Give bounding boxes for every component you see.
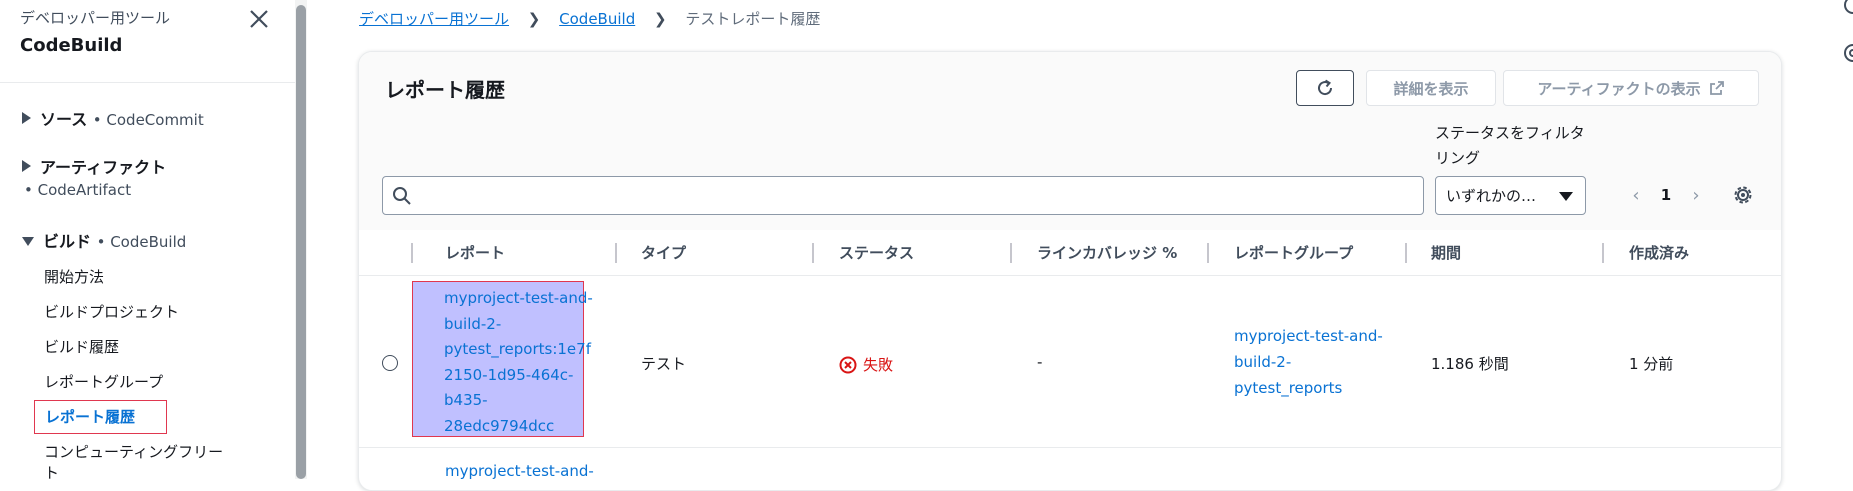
sidebar-item-report-groups[interactable]: レポートグループ [44, 371, 163, 392]
view-details-button[interactable]: 詳細を表示 [1366, 70, 1496, 106]
view-artifacts-button[interactable]: アーティファクトの表示 [1503, 70, 1759, 106]
error-icon [839, 356, 857, 373]
sidebar-section-artifacts[interactable]: アーティファクト [22, 154, 166, 178]
column-header-created[interactable]: 作成済み [1629, 242, 1689, 263]
column-divider[interactable] [1405, 243, 1407, 263]
caret-down-icon [22, 237, 34, 246]
sidebar-section-sub: • CodeBuild [96, 233, 187, 251]
scrollbar-thumb[interactable] [296, 5, 306, 479]
column-divider[interactable] [411, 243, 413, 263]
report-link[interactable]: myproject-test-and- [445, 462, 594, 480]
report-history-panel: レポート履歴 詳細を表示 アーティファクトの表示 ステータスをフィルタリング い… [358, 51, 1782, 491]
close-icon[interactable] [246, 6, 272, 32]
caret-right-icon [22, 112, 31, 124]
pagination: ‹ 1 › [1624, 182, 1708, 208]
side-navigation: デベロッパー用ツール CodeBuild ソース • CodeCommit アー… [0, 0, 295, 482]
sidebar-item-getting-started[interactable]: 開始方法 [44, 266, 104, 287]
service-label: デベロッパー用ツール [20, 9, 171, 27]
sidebar-section-build[interactable]: ビルド • CodeBuild [22, 228, 186, 252]
status-filter-label: ステータスをフィルタリング [1435, 124, 1585, 167]
line-coverage-value: - [1037, 353, 1043, 371]
status-badge: 失敗 [839, 354, 893, 375]
refresh-button[interactable] [1296, 70, 1354, 106]
column-header-line-coverage[interactable]: ラインカバレッジ % [1037, 242, 1177, 263]
refresh-icon [1318, 79, 1333, 96]
breadcrumb-current: テストレポート履歴 [685, 10, 821, 28]
sidebar-item-report-history[interactable]: レポート履歴 [34, 400, 167, 434]
breadcrumb: デベロッパー用ツール ❯ CodeBuild ❯ テストレポート履歴 [359, 8, 820, 29]
next-page-icon[interactable]: › [1684, 185, 1708, 206]
page-number-button[interactable]: 1 [1648, 186, 1684, 204]
sidebar-item-build-projects[interactable]: ビルドプロジェクト [44, 301, 179, 322]
duration-value: 1.186 秒間 [1431, 355, 1509, 373]
column-header-report-group[interactable]: レポートグループ [1234, 242, 1353, 263]
status-filter-select[interactable]: いずれかの… [1435, 176, 1586, 215]
sidebar-divider [0, 82, 295, 83]
sidebar-item-compute-fleets-cont[interactable]: ト [44, 462, 59, 483]
report-link[interactable]: myproject-test-and- build-2- pytest_repo… [412, 281, 593, 437]
search-icon [393, 187, 411, 205]
sidebar-item-compute-fleets[interactable]: コンピューティングフリー [44, 441, 223, 462]
created-value: 1 分前 [1629, 355, 1674, 373]
sidebar-scrollbar[interactable] [295, 0, 307, 479]
gear-icon[interactable] [1730, 182, 1756, 208]
column-header-status[interactable]: ステータス [839, 242, 914, 263]
column-divider[interactable] [1010, 243, 1012, 263]
caret-right-icon [22, 160, 31, 172]
column-divider[interactable] [1602, 243, 1604, 263]
breadcrumb-codebuild[interactable]: CodeBuild [559, 10, 635, 28]
sidebar-section-source[interactable]: ソース • CodeCommit [22, 106, 204, 130]
settings-icon[interactable] [1841, 44, 1853, 62]
column-header-type[interactable]: タイプ [641, 242, 686, 263]
table-header: レポート タイプ ステータス ラインカバレッジ % レポートグループ 期間 作成… [359, 230, 1781, 276]
search-input[interactable] [382, 176, 1424, 215]
row-select-radio[interactable] [382, 355, 398, 371]
column-divider[interactable] [812, 243, 814, 263]
sidebar-item-build-history[interactable]: ビルド履歴 [44, 336, 119, 357]
report-type: テスト [641, 355, 687, 373]
column-header-duration[interactable]: 期間 [1431, 242, 1461, 263]
sidebar-section-sub: • CodeArtifact [24, 181, 132, 199]
chevron-right-icon: ❯ [654, 10, 667, 28]
column-header-report[interactable]: レポート [445, 242, 505, 263]
info-icon[interactable] [1841, 0, 1853, 18]
chevron-right-icon: ❯ [527, 10, 541, 28]
sidebar-title[interactable]: CodeBuild [20, 35, 122, 56]
panel-title: レポート履歴 [385, 78, 505, 102]
breadcrumb-developer-tools[interactable]: デベロッパー用ツール [359, 10, 509, 28]
report-group-link[interactable]: myproject-test-and- build-2- pytest_repo… [1234, 323, 1383, 401]
caret-down-icon [1559, 192, 1573, 201]
row-divider [359, 447, 1781, 448]
column-divider[interactable] [615, 243, 617, 263]
previous-page-icon[interactable]: ‹ [1624, 185, 1648, 206]
external-link-icon [1709, 81, 1724, 95]
column-divider[interactable] [1207, 243, 1209, 263]
sidebar-section-sub: • CodeCommit [92, 111, 204, 129]
